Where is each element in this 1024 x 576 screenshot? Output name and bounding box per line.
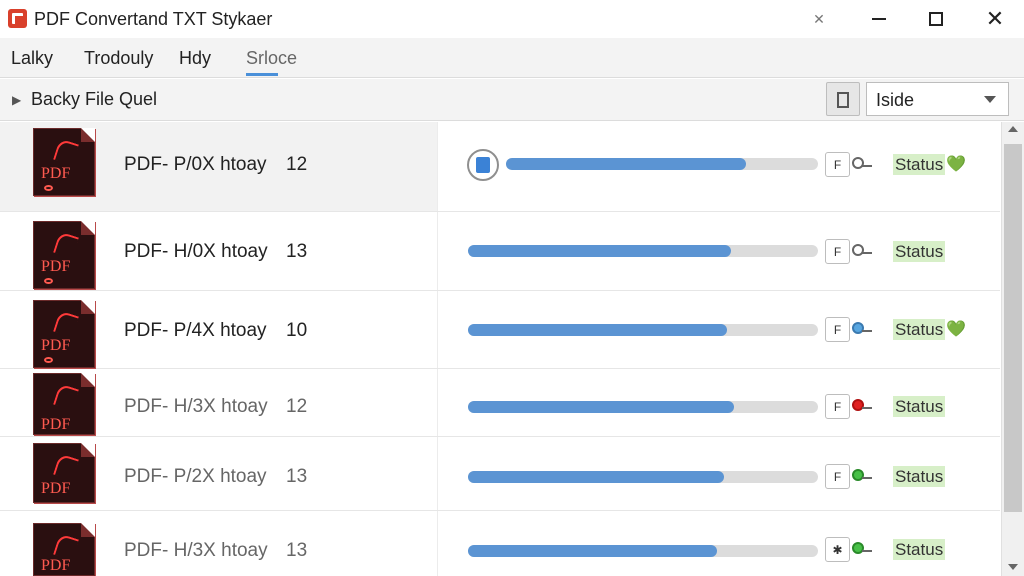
format-button[interactable]: F <box>825 239 850 264</box>
filter-select-value: Iside <box>876 90 915 110</box>
chevron-down-icon <box>984 96 996 103</box>
pdf-file-icon: PDF <box>33 300 95 368</box>
progress-fill <box>506 158 747 170</box>
file-count: 13 <box>286 466 308 487</box>
pdf-file-icon: PDF <box>33 128 95 196</box>
pin-icon[interactable] <box>852 399 872 415</box>
pin-icon[interactable] <box>852 157 872 173</box>
format-button[interactable]: F <box>825 394 850 419</box>
file-name: PDF- H/3X htoay <box>124 540 268 561</box>
progress-bar <box>468 401 818 413</box>
pdf-app-icon <box>8 9 27 28</box>
bookmark-icon <box>837 92 849 108</box>
window-title: PDF Convertand TXT Stykaer <box>34 9 273 29</box>
pin-icon[interactable] <box>852 244 872 260</box>
progress-fill <box>468 324 727 336</box>
scroll-down-icon[interactable] <box>1008 564 1018 570</box>
file-count: 12 <box>286 154 308 175</box>
title-bar: PDF Convertand TXT Stykaer ✕ ✕ <box>0 0 1024 38</box>
heart-icon: 💚 <box>946 321 966 338</box>
active-menu-indicator <box>246 73 278 76</box>
list-item[interactable]: PDF PDF- H/3X htoay 12 F Status <box>0 369 1000 437</box>
menu-item-hdy[interactable]: Hdy <box>179 48 211 69</box>
menu-item-trodouly[interactable]: Trodouly <box>84 48 153 69</box>
file-name: PDF- P/2X htoay <box>124 466 267 487</box>
pdf-file-icon: PDF <box>33 443 95 503</box>
minimize-button[interactable] <box>856 0 902 38</box>
status-badge: Status <box>893 241 946 262</box>
progress-bar <box>468 245 818 257</box>
progress-fill <box>468 545 717 557</box>
close-button[interactable]: ✕ <box>972 0 1018 38</box>
status-badge: Status <box>893 154 946 175</box>
progress-bar <box>468 471 818 483</box>
pin-icon[interactable] <box>852 542 872 558</box>
pin-icon[interactable] <box>852 469 872 485</box>
pdf-file-icon: PDF <box>33 523 95 576</box>
file-count: 13 <box>286 241 308 262</box>
list-item[interactable]: PDF PDF- P/2X htoay 13 F Status <box>0 437 1000 511</box>
file-name: PDF- H/3X htoay <box>124 396 268 417</box>
pin-icon[interactable] <box>852 322 872 338</box>
status-badge: Status <box>893 466 946 487</box>
progress-fill <box>468 471 724 483</box>
progress-bar <box>468 324 818 336</box>
file-name: PDF- P/0X htoay <box>124 154 267 175</box>
format-button[interactable]: F <box>825 317 850 342</box>
pdf-file-icon: PDF <box>33 221 95 289</box>
status-badge: Status <box>893 319 946 340</box>
heart-icon: 💚 <box>946 156 966 173</box>
maximize-icon <box>929 12 943 26</box>
minimize-icon <box>872 18 886 20</box>
status-badge: Status <box>893 396 946 417</box>
expand-arrow-icon[interactable]: ▶ <box>12 93 21 107</box>
list-item[interactable]: PDF PDF- H/3X htoay 13 ✱ Status <box>0 511 1000 576</box>
filter-select[interactable]: Iside <box>866 82 1009 116</box>
file-name: PDF- P/4X htoay <box>124 320 267 341</box>
format-button[interactable]: F <box>825 464 850 489</box>
toolbar-label[interactable]: Backy File Quel <box>31 89 157 110</box>
view-toggle-button[interactable] <box>826 82 860 116</box>
scroll-thumb[interactable] <box>1004 144 1022 512</box>
file-count: 12 <box>286 396 308 417</box>
progress-bar <box>506 158 818 170</box>
progress-fill <box>468 401 734 413</box>
menu-item-srloce[interactable]: Srloce <box>246 48 297 69</box>
menu-item-lalky[interactable]: Lalky <box>11 48 53 69</box>
menu-bar: Lalky Trodouly Hdy Srloce <box>0 38 1024 78</box>
format-button[interactable]: F <box>825 152 850 177</box>
scroll-up-icon[interactable] <box>1008 126 1018 132</box>
document-circle-icon[interactable] <box>467 149 499 181</box>
vertical-scrollbar[interactable] <box>1001 122 1024 576</box>
progress-bar <box>468 545 818 557</box>
file-list: PDF PDF- P/0X htoay 12 F Status 💚 PDF PD… <box>0 122 1000 576</box>
file-count: 10 <box>286 320 308 341</box>
maximize-button[interactable] <box>913 0 959 38</box>
settings-button[interactable]: ✱ <box>825 537 850 562</box>
list-item[interactable]: PDF PDF- P/4X htoay 10 F Status 💚 <box>0 291 1000 369</box>
file-count: 13 <box>286 540 308 561</box>
progress-fill <box>468 245 731 257</box>
close-small-icon[interactable]: ✕ <box>796 0 842 38</box>
pdf-file-icon: PDF <box>33 373 95 435</box>
file-name: PDF- H/0X htoay <box>124 241 268 262</box>
list-item[interactable]: PDF PDF- H/0X htoay 13 F Status <box>0 212 1000 291</box>
status-badge: Status <box>893 539 946 560</box>
list-item[interactable]: PDF PDF- P/0X htoay 12 F Status 💚 <box>0 122 1000 212</box>
